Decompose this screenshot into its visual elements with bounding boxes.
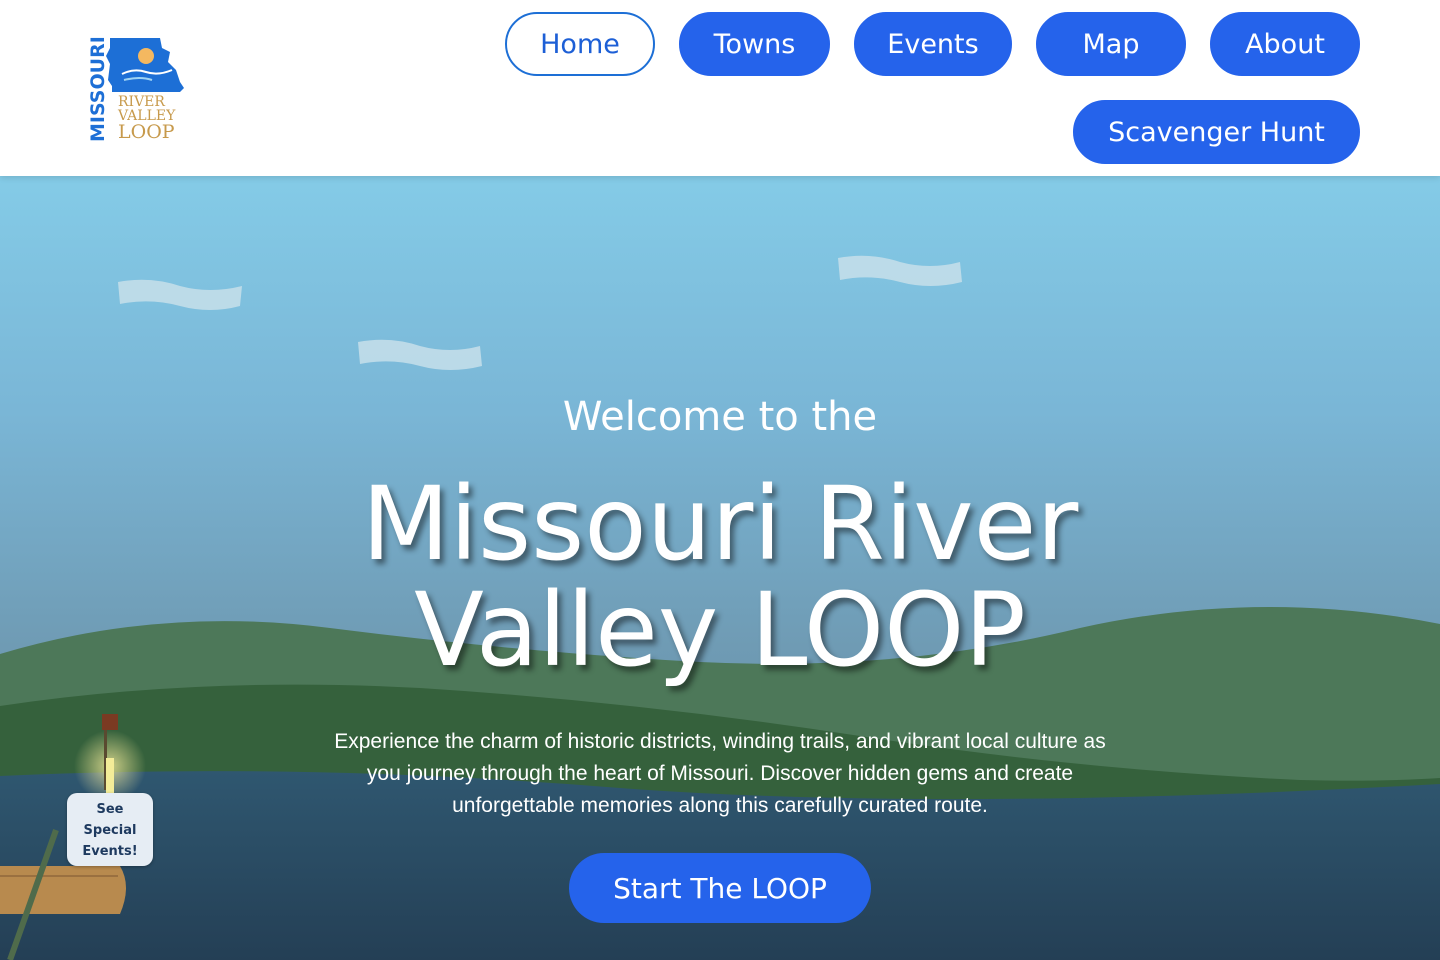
special-events-line-1: See: [96, 802, 124, 817]
hero-title: Missouri River Valley LOOP: [0, 472, 1440, 684]
see-special-events-button[interactable]: See Special Events!: [67, 793, 153, 866]
nav-towns[interactable]: Towns: [679, 12, 830, 76]
nav-home[interactable]: Home: [505, 12, 655, 76]
special-events-line-3: Events!: [82, 844, 138, 859]
nav-scavenger-hunt[interactable]: Scavenger Hunt: [1073, 100, 1360, 164]
special-events-line-2: Special: [83, 823, 137, 838]
start-the-loop-button[interactable]: Start The LOOP: [569, 853, 871, 923]
hero-description: Experience the charm of historic distric…: [334, 730, 1106, 817]
hero-title-line-1: Missouri River: [361, 465, 1079, 584]
hero-section: Welcome to the Missouri River Valley LOO…: [0, 176, 1440, 960]
logo-text-missouri: MISSOURI: [88, 36, 109, 142]
nav-map[interactable]: Map: [1036, 12, 1186, 76]
site-logo[interactable]: MISSOURI RIVER VALLEY LOOP: [87, 34, 188, 144]
hero-welcome-text: Welcome to the: [562, 394, 878, 440]
logo-graphic: MISSOURI RIVER VALLEY LOOP: [87, 36, 184, 143]
cloud-shape: [838, 255, 962, 286]
site-header: MISSOURI RIVER VALLEY LOOP Home Towns Ev…: [0, 0, 1440, 176]
cloud-shape: [358, 339, 482, 370]
nav-about[interactable]: About: [1210, 12, 1360, 76]
logo-text-loop: LOOP: [118, 121, 175, 143]
nav-events[interactable]: Events: [854, 12, 1012, 76]
hero-title-line-2: Valley LOOP: [414, 571, 1026, 690]
cloud-shape: [118, 279, 242, 310]
